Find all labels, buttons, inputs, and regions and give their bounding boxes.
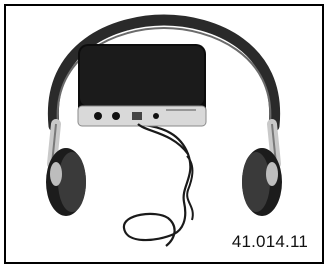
product-code: 41.014.11 [231,232,308,251]
product-card: 41.014.11 [4,4,324,264]
left-earcup [46,148,86,216]
right-earcup [242,148,282,216]
product-photo [46,14,282,247]
cable [122,122,192,247]
receiver-box [77,44,207,127]
